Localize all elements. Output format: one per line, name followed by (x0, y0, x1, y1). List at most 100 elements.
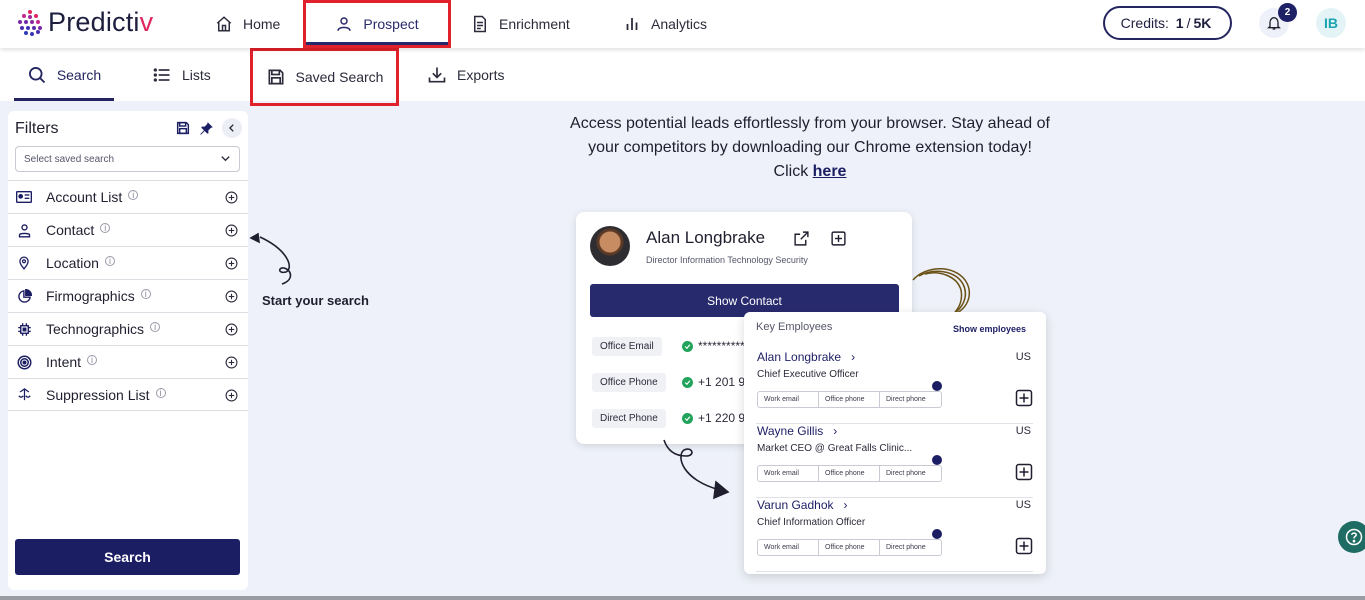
promo-line-2: your competitors by downloading our Chro… (588, 139, 1032, 156)
nav-prospect-label: Prospect (363, 16, 419, 32)
check-icon (682, 340, 693, 352)
save-filter-icon[interactable] (175, 120, 191, 136)
suppression-icon (17, 388, 31, 401)
tab-search-label: Search (56, 66, 102, 83)
employee-title: Chief Information Officer (757, 517, 866, 528)
curved-arrow-icon (663, 439, 730, 500)
credits-used: 1 (1175, 15, 1184, 31)
expand-plus-icon[interactable] (225, 290, 238, 303)
home-icon (216, 16, 232, 32)
chip-direct-phone: Direct phone (886, 396, 926, 403)
filter-technographics[interactable]: Technographics i (8, 312, 248, 345)
credits-label: Credits: (1120, 15, 1169, 31)
promo-here-link[interactable]: here (813, 163, 847, 180)
employee-title: Market CEO @ Great Falls Clinic... (757, 443, 913, 454)
tab-lists[interactable]: Lists (152, 48, 211, 101)
credits-total: 5K (1193, 15, 1212, 31)
nav-home[interactable]: Home (215, 0, 280, 48)
chip-direct-phone: Direct phone (886, 470, 926, 477)
nav-prospect[interactable]: Prospect (303, 0, 451, 48)
filter-firmographics[interactable]: Firmographics i (8, 279, 248, 312)
info-icon[interactable]: i (128, 190, 139, 200)
add-square-icon[interactable] (1015, 463, 1033, 481)
expand-plus-icon[interactable] (225, 356, 238, 369)
info-icon[interactable]: i (155, 387, 166, 398)
tab-exports-label: Exports (457, 66, 505, 83)
employee-title: Chief Executive Officer (757, 369, 859, 380)
nav-enrichment[interactable]: Enrichment (471, 0, 570, 48)
user-avatar[interactable]: IB (1316, 8, 1346, 38)
info-icon[interactable]: i (140, 289, 151, 299)
help-button[interactable] (1338, 521, 1365, 553)
employee-item: Alan Longbrake › US Chief Executive Offic… (756, 350, 1033, 424)
collapse-sidebar-button[interactable] (222, 118, 242, 138)
employee-country: US (1015, 425, 1031, 437)
info-icon[interactable]: i (150, 322, 161, 332)
info-icon[interactable]: i (87, 355, 98, 365)
filter-account-list[interactable]: Account List i (8, 180, 248, 213)
filter-technographics-label: Technographics (46, 321, 145, 337)
expand-plus-icon[interactable] (225, 191, 238, 204)
search-icon (28, 66, 45, 83)
info-icon[interactable]: i (100, 223, 111, 233)
employee-contact-chips: Work email Office phone Direct phone (757, 391, 942, 408)
brand-name-accent: v (139, 7, 154, 37)
top-navigation: Predictiv Home Prospect Enrichment Analy… (0, 0, 1365, 48)
window-bottom-edge (0, 596, 1365, 600)
contact-row-label: Office Phone (592, 372, 666, 392)
question-icon (1345, 528, 1363, 546)
filter-location[interactable]: Location i (8, 246, 248, 279)
key-employees-card: Key Employees Show employees Alan Longbr… (744, 312, 1046, 574)
chip-office-phone: Office phone (819, 466, 880, 481)
curved-arrow-icon (249, 232, 292, 285)
info-icon[interactable]: i (104, 256, 115, 266)
search-button[interactable]: Search (15, 539, 240, 575)
filter-suppression-list[interactable]: Suppression List i (8, 378, 248, 411)
nav-analytics[interactable]: Analytics (623, 0, 707, 48)
chip-office-phone: Office phone (819, 392, 880, 407)
employee-name[interactable]: Varun Gadhok (757, 498, 834, 512)
add-square-icon[interactable] (830, 230, 847, 247)
tab-exports[interactable]: Exports (427, 48, 504, 101)
nav-home-label: Home (243, 16, 281, 32)
chip-direct-phone: Direct phone (886, 544, 926, 551)
id-card-icon (16, 191, 32, 203)
expand-plus-icon[interactable] (225, 224, 238, 237)
external-link-icon[interactable] (793, 230, 810, 247)
tab-search[interactable]: Search (14, 48, 114, 101)
pin-icon[interactable] (199, 121, 214, 136)
chevron-left-icon (229, 124, 234, 132)
expand-plus-icon[interactable] (225, 323, 238, 336)
expand-plus-icon[interactable] (225, 389, 238, 402)
filter-intent[interactable]: Intent i (8, 345, 248, 378)
contact-avatar (590, 226, 630, 266)
employee-name[interactable]: Wayne Gillis (757, 424, 823, 438)
show-employees-link[interactable]: Show employees (953, 324, 1026, 334)
chip-work-email: Work email (758, 540, 819, 555)
nav-enrichment-label: Enrichment (499, 16, 570, 32)
target-icon (17, 355, 31, 369)
lock-icon (932, 455, 942, 465)
credits-badge[interactable]: Credits: 1/5K (1103, 6, 1232, 40)
person-icon (18, 223, 30, 237)
saved-search-select[interactable]: Select saved search (15, 146, 240, 172)
contact-name: Alan Longbrake (646, 228, 766, 247)
filter-contact[interactable]: Contact i (8, 213, 248, 246)
promo-click: Click (773, 163, 809, 180)
chip-work-email: Work email (758, 392, 819, 407)
promo-line-1: Access potential leads effortlessly from… (570, 115, 1050, 132)
credits-separator: / (1186, 15, 1191, 31)
employee-name[interactable]: Alan Longbrake (757, 350, 841, 364)
add-square-icon[interactable] (1015, 537, 1033, 555)
employee-item: Varun Gadhok › US Chief Information Offic… (756, 498, 1033, 572)
tab-saved-search[interactable]: Saved Search (250, 48, 399, 106)
brand-logo[interactable]: Predictiv (18, 7, 153, 38)
expand-plus-icon[interactable] (225, 257, 238, 270)
logo-mark-icon (18, 9, 44, 36)
tab-saved-search-label: Saved Search (295, 69, 384, 85)
filter-location-label: Location (46, 255, 99, 271)
check-icon (682, 412, 693, 424)
add-square-icon[interactable] (1015, 389, 1033, 407)
pie-chart-icon (17, 288, 32, 303)
contact-row-label: Office Email (592, 336, 662, 356)
